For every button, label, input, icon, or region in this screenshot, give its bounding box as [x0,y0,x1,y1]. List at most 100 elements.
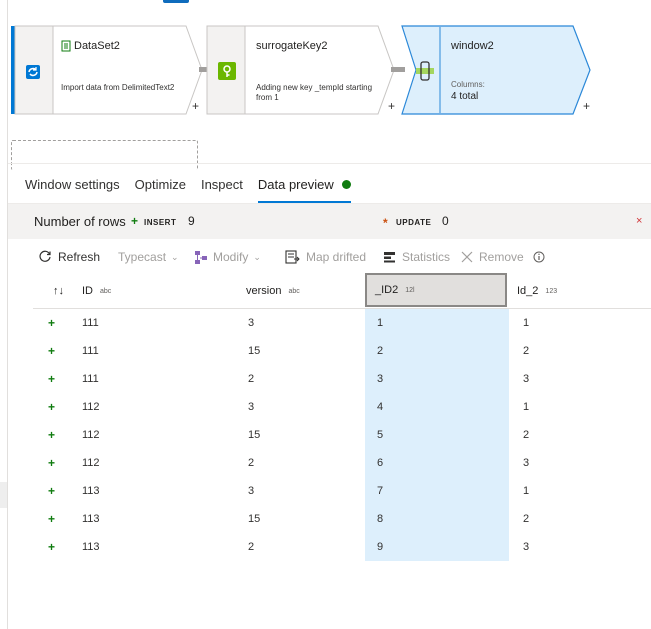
close-icon [461,251,473,263]
cell-id-2: 1 [523,401,530,413]
insert-row-icon: + [48,456,56,470]
cell-version: 2 [248,457,255,469]
grid-body: + 111 3 1 1 + 111 15 2 2 + 111 2 3 3 + 1… [33,309,651,561]
cell-version: 3 [248,485,255,497]
document-icon [61,40,71,52]
cell-id2: 2 [377,345,384,357]
cell-id: 111 [82,373,99,385]
modify-button[interactable]: Modify ⌄ [195,246,261,268]
statistics-button[interactable]: Statistics [383,246,450,268]
column-header-label: version [246,285,282,297]
node-3-columns-label: Columns: [451,80,485,89]
table-row[interactable]: + 112 3 4 1 [33,393,651,421]
cell-id2: 8 [377,513,384,525]
sort-icon[interactable]: ↑↓ [53,273,64,309]
selected-column-highlight [365,421,509,449]
selected-column-highlight [365,477,509,505]
selected-column-highlight [365,309,509,337]
cell-version: 2 [248,541,255,553]
statistics-icon [384,251,395,262]
tab-optimize[interactable]: Optimize [135,177,186,201]
cell-version: 15 [248,345,261,357]
node-2-description: Adding new key _tempId starting from 1 [256,83,373,102]
modify-label: Modify [213,250,249,264]
window-transform-icon [416,61,434,81]
node-1-description: Import data from DelimitedText2 [61,83,175,92]
table-row[interactable]: + 113 15 8 2 [33,505,651,533]
column-header-id-2[interactable]: Id_2 123 [517,273,557,309]
refresh-label: Refresh [58,250,101,264]
insert-count: 9 [188,214,195,228]
tab-window-settings[interactable]: Window settings [25,177,120,201]
column-header-id2[interactable]: _ID2 12l [365,273,507,307]
insert-row-icon: + [48,316,56,330]
cell-id-2: 2 [523,345,530,357]
cell-id-2: 3 [523,373,530,385]
insert-row-icon: + [48,540,56,554]
left-panel-stub [0,482,7,508]
add-after-node-2-button[interactable]: + [388,100,395,112]
node-1-title: DataSet2 [74,40,120,52]
dataflow-canvas: DataSet2 Import data from DelimitedText2… [8,0,651,170]
chevron-down-icon: ⌄ [253,251,261,262]
table-row[interactable]: + 112 2 6 3 [33,449,651,477]
map-drifted-icon [285,250,300,264]
column-type-label: abc [288,287,300,295]
selected-column-highlight [365,533,509,561]
table-row[interactable]: + 111 2 3 3 [33,365,651,393]
map-drifted-label: Map drifted [306,250,367,264]
column-header-version[interactable]: version abc [246,273,300,309]
insert-label: INSERT [144,218,177,227]
cell-id2: 3 [377,373,384,385]
insert-row-icon: + [48,344,56,358]
row-count-label: Number of rows [34,214,126,229]
remove-button[interactable]: Remove [461,246,524,268]
tab-inspect[interactable]: Inspect [201,177,243,201]
status-dot-icon [341,180,351,189]
cell-id: 113 [82,541,100,553]
column-header-label: ID [82,285,93,297]
cell-id-2: 3 [523,457,530,469]
insert-row-icon: + [48,484,56,498]
cell-id: 111 [82,317,99,329]
typecast-label: Typecast [118,250,167,264]
cell-id: 113 [82,485,100,497]
add-source-placeholder[interactable] [11,140,198,170]
cell-id: 111 [82,345,99,357]
typecast-button[interactable]: Typecast ⌄ [118,246,179,268]
node-shapes [11,25,591,115]
data-preview-grid: ↑↓ ID abc version abc _ID2 12l Id_2 123 … [33,273,651,561]
row-summary-bar: Number of rows + INSERT 9 * UPDATE 0 × [8,203,651,239]
table-row[interactable]: + 111 15 2 2 [33,337,651,365]
chevron-down-icon: ⌄ [171,251,179,262]
map-drifted-button[interactable]: Map drifted [285,246,366,268]
column-header-id[interactable]: ID abc [82,273,111,309]
cell-id: 112 [82,401,100,413]
selected-column-highlight [365,449,509,477]
info-icon [533,251,545,263]
insert-row-icon: + [48,428,56,442]
modify-icon [195,250,207,264]
selected-column-highlight [365,337,509,365]
cell-id: 112 [82,457,100,469]
insert-row-icon: + [48,512,56,526]
surrogate-key-icon [218,62,236,80]
info-button[interactable] [533,246,551,268]
cell-version: 15 [248,513,261,525]
selected-column-highlight [365,505,509,533]
tab-data-preview[interactable]: Data preview [257,177,351,203]
column-header-label: Id_2 [517,285,539,297]
refresh-button[interactable]: Refresh [38,246,100,268]
settings-tabs: Window settings Optimize Inspect Data pr… [25,177,366,203]
cell-id2: 5 [377,429,384,441]
add-after-node-1-button[interactable]: + [192,100,199,112]
table-row[interactable]: + 113 3 7 1 [33,477,651,505]
cell-version: 3 [248,401,255,413]
statistics-label: Statistics [402,250,451,264]
cell-version: 15 [248,429,261,441]
table-row[interactable]: + 113 2 9 3 [33,533,651,561]
table-row[interactable]: + 112 15 5 2 [33,421,651,449]
refresh-icon [39,250,51,262]
add-after-node-3-button[interactable]: + [583,100,590,112]
table-row[interactable]: + 111 3 1 1 [33,309,651,337]
